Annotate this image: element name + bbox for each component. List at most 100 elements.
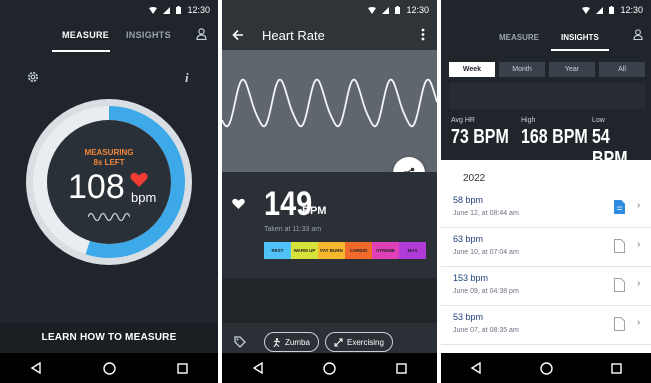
note-empty-icon (614, 239, 625, 253)
bpm-unit: BPM (302, 205, 327, 217)
zone-max: MAX (399, 242, 426, 259)
note-empty-icon (614, 317, 625, 331)
battery-icon (395, 6, 401, 14)
entry-date: June 12, at 08:44 am (453, 210, 519, 217)
dance-icon (273, 337, 281, 347)
tag-chip-zumba[interactable]: Zumba (264, 332, 319, 352)
zone-cardio: CARDIO (345, 242, 372, 259)
back-arrow-icon[interactable] (232, 29, 244, 41)
home-icon[interactable] (540, 361, 553, 375)
tab-insights[interactable]: INSIGHTS (126, 30, 171, 40)
recents-icon[interactable] (176, 362, 188, 374)
heart-icon (232, 198, 245, 210)
history-entry[interactable]: 153 bpm June 09, at 04:38 pm › (441, 268, 651, 306)
pulse-wave-icon (88, 212, 130, 222)
stat-avg-label: Avg HR (451, 117, 475, 124)
range-month[interactable]: Month (499, 62, 545, 77)
user-icon[interactable] (633, 29, 643, 40)
page-title: Heart Rate (262, 28, 325, 43)
stat-high-label: High (521, 117, 536, 124)
chevron-right-icon: › (637, 239, 641, 250)
zone-fat-burn: FAT BURN (318, 242, 345, 259)
tab-measure[interactable]: MEASURE (499, 33, 539, 42)
entry-bpm: 63 bpm (453, 234, 484, 244)
entry-bpm: 153 bpm (453, 273, 489, 283)
learn-how-to-measure-button[interactable]: LEARN HOW TO MEASURE (0, 323, 218, 353)
heart-wave-line (222, 78, 437, 128)
time-left-label: 8s LEFT (93, 158, 125, 167)
bpm-value: 108 (68, 168, 125, 206)
status-time: 12:30 (620, 5, 643, 15)
wifi-icon (368, 6, 377, 14)
entry-date: June 10, at 07:04 am (453, 249, 519, 256)
tag-icon[interactable] (234, 336, 246, 348)
system-nav-bar (222, 353, 437, 383)
zone-xtreme: XTREME (372, 242, 399, 259)
hr-zone-bar: REST WARM UP FAT BURN CARDIO XTREME MAX (264, 242, 426, 259)
range-selector: Week Month Year All (449, 62, 645, 77)
history-entry[interactable]: 58 bpm June 12, at 08:44 am › (441, 190, 651, 228)
zone-rest: REST (264, 242, 291, 259)
chevron-right-icon: › (637, 317, 641, 328)
recents-icon[interactable] (396, 362, 407, 374)
gear-icon[interactable] (26, 70, 40, 84)
result-panel (222, 172, 437, 278)
active-tab-indicator (551, 49, 609, 51)
system-nav-bar (441, 353, 651, 383)
recents-icon[interactable] (611, 362, 622, 374)
home-icon[interactable] (323, 361, 337, 375)
battery-icon (176, 6, 182, 14)
note-empty-icon (614, 278, 625, 292)
stat-low-value: 54 BPM (592, 126, 628, 170)
insights-screen: 12:30 MEASURE INSIGHTS Week Month Year A… (441, 0, 651, 383)
wifi-icon (582, 6, 591, 14)
range-all[interactable]: All (599, 62, 645, 77)
history-entry[interactable]: 53 bpm June 07, at 08:35 am › (441, 307, 651, 345)
wifi-icon (149, 6, 158, 14)
entry-bpm: 53 bpm (453, 312, 484, 322)
status-bar: 12:30 (0, 0, 218, 20)
overflow-menu-icon[interactable] (421, 28, 425, 41)
heart-icon (130, 172, 148, 187)
tab-measure[interactable]: MEASURE (62, 30, 109, 40)
note-filled-icon (614, 200, 625, 214)
arrows-icon (334, 337, 343, 347)
zone-warm-up: WARM UP (291, 242, 318, 259)
heart-rate-screen: 12:30 Heart Rate 149 BPM Taken at 11:33 … (222, 0, 437, 383)
heart-wave-graph (222, 50, 437, 172)
stat-avg-value: 73 BPM (451, 126, 509, 148)
insights-chart (449, 83, 645, 109)
chevron-right-icon: › (637, 278, 641, 289)
stat-high-value: 168 BPM (521, 126, 588, 148)
history-entry[interactable]: 63 bpm June 10, at 07:04 am › (441, 229, 651, 267)
home-icon[interactable] (103, 361, 116, 375)
chevron-right-icon: › (637, 200, 641, 211)
system-nav-bar (0, 353, 218, 383)
back-icon[interactable] (30, 362, 42, 374)
status-time: 12:30 (187, 5, 210, 15)
tab-insights[interactable]: INSIGHTS (561, 33, 599, 42)
active-tab-indicator (52, 50, 110, 52)
back-icon[interactable] (252, 362, 264, 374)
battery-icon (609, 6, 615, 14)
zone-marker (356, 259, 362, 263)
entry-date: June 07, at 08:35 am (453, 327, 519, 334)
tag-label: Zumba (285, 337, 310, 347)
user-icon[interactable] (196, 28, 207, 40)
notes-area (222, 278, 437, 323)
bpm-unit: bpm (131, 190, 157, 205)
tab-bar: MEASURE INSIGHTS (0, 20, 218, 52)
range-week[interactable]: Week (449, 62, 495, 77)
year-heading: 2022 (463, 173, 486, 184)
stat-low-label: Low (592, 117, 605, 124)
back-icon[interactable] (470, 362, 482, 374)
info-icon[interactable]: i (185, 70, 189, 86)
taken-at-label: Taken at 11:33 am (264, 226, 322, 233)
app-bar: Heart Rate (222, 20, 437, 50)
signal-icon (596, 6, 604, 14)
signal-icon (163, 6, 171, 14)
tag-chip-exercising[interactable]: Exercising (325, 332, 393, 352)
entry-bpm: 58 bpm (453, 195, 484, 205)
range-year[interactable]: Year (549, 62, 595, 77)
status-bar: 12:30 (441, 0, 651, 20)
